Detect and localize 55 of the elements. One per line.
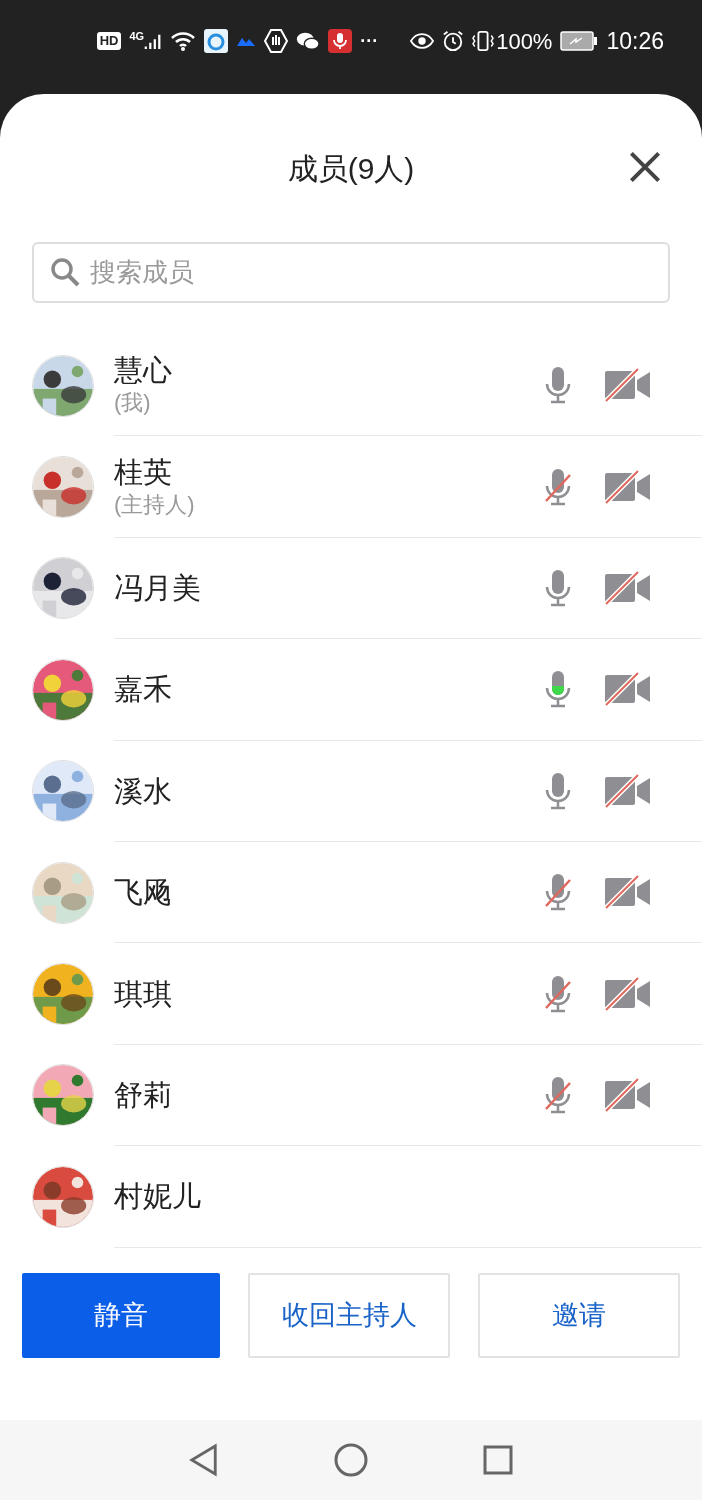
camera-off-icon[interactable] — [604, 976, 652, 1011]
action-button[interactable]: 收回主持人 — [248, 1273, 450, 1358]
member-name: 舒莉 — [114, 1077, 173, 1113]
member-name: 嘉禾 — [114, 672, 173, 708]
microphone-icon — [328, 29, 353, 53]
chat-icon — [296, 30, 321, 52]
action-button[interactable]: 邀请 — [478, 1273, 680, 1358]
camera-off-icon[interactable] — [604, 672, 652, 707]
camera-off-icon[interactable] — [604, 1077, 652, 1112]
member-row[interactable]: 舒莉 — [0, 1044, 702, 1147]
member-name: 慧心 — [114, 353, 173, 389]
battery-percentage: 100% — [496, 27, 553, 56]
recents-icon[interactable] — [483, 1445, 513, 1475]
clock-time: 10:26 — [606, 26, 664, 56]
camera-off-icon[interactable] — [604, 875, 652, 910]
member-row[interactable]: 村妮儿 — [0, 1146, 702, 1248]
close-button[interactable] — [628, 150, 662, 184]
member-name: 琪琪 — [114, 976, 173, 1012]
network-type: 4G — [129, 29, 145, 44]
eye-icon — [410, 32, 435, 50]
member-row[interactable]: 飞飏 — [0, 841, 702, 944]
member-row[interactable]: 冯月美 — [0, 537, 702, 640]
home-icon[interactable] — [334, 1443, 368, 1477]
member-row[interactable]: 琪琪 — [0, 943, 702, 1045]
back-icon[interactable] — [189, 1443, 219, 1477]
muted-microphone-icon[interactable] — [542, 973, 574, 1014]
vibrate-icon — [472, 29, 495, 53]
member-role: (主持人) — [114, 490, 196, 519]
muted-microphone-icon[interactable] — [542, 466, 574, 507]
camera-off-icon[interactable] — [604, 368, 652, 403]
wifi-icon — [170, 30, 197, 52]
alarm-icon — [442, 30, 465, 52]
member-name: 飞飏 — [114, 875, 173, 911]
muted-microphone-icon[interactable] — [542, 1074, 574, 1115]
app-icon — [204, 29, 229, 53]
hd-badge: HD — [96, 32, 122, 50]
sheet-title: 成员(9人) — [287, 150, 415, 187]
more-notifications: ··· — [360, 29, 379, 53]
member-name: 村妮儿 — [114, 1179, 202, 1215]
member-name: 冯月美 — [114, 570, 202, 606]
camera-off-icon[interactable] — [604, 469, 652, 504]
member-row[interactable]: 溪水 — [0, 740, 702, 842]
muted-microphone-icon[interactable] — [542, 872, 574, 913]
member-row[interactable]: 嘉禾 — [0, 639, 702, 741]
camera-off-icon[interactable] — [604, 570, 652, 605]
member-name: 溪水 — [114, 773, 173, 809]
mute-all-button[interactable]: 静音 — [22, 1273, 220, 1358]
member-role: (我) — [114, 389, 152, 418]
search-icon — [50, 257, 80, 287]
member-name: 桂英 — [114, 454, 173, 490]
search-field[interactable]: 搜索成员 — [32, 242, 670, 303]
battery-icon — [560, 31, 599, 51]
member-row[interactable]: 桂英 (主持人) — [0, 436, 702, 538]
member-row[interactable]: 慧心 (我) — [0, 335, 702, 437]
camera-off-icon[interactable] — [604, 773, 652, 808]
